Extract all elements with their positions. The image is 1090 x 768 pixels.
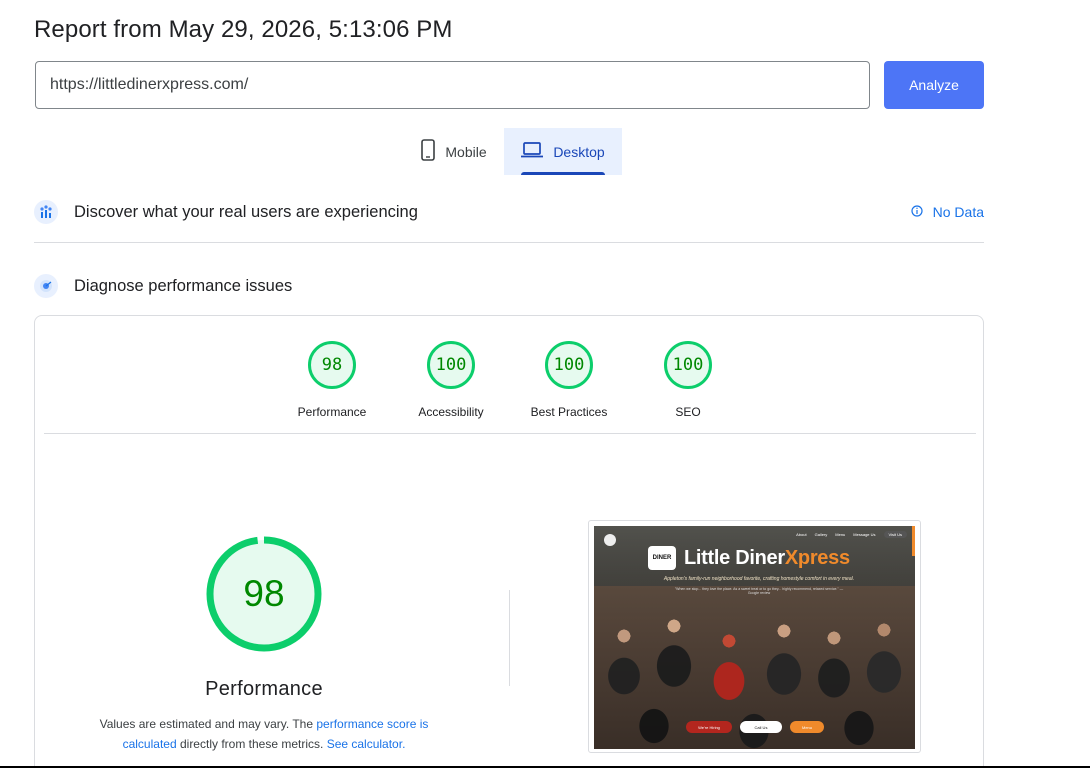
no-data-link[interactable]: No Data <box>911 197 984 227</box>
info-icon <box>911 204 923 220</box>
tab-selected-indicator <box>521 172 605 175</box>
screenshot-brand-main: Little Diner <box>684 547 785 569</box>
screenshot-cta-call: Call Us <box>740 721 782 733</box>
screenshot-menu-icon <box>604 534 616 546</box>
screenshot-nav-about: About <box>796 532 807 537</box>
screenshot-brand-accent: Xpress <box>784 547 850 569</box>
tab-desktop[interactable]: Desktop <box>504 128 622 175</box>
tab-mobile-label: Mobile <box>445 143 487 160</box>
label-accessibility: Accessibility <box>418 405 484 419</box>
label-best-practices: Best Practices <box>530 405 608 419</box>
score-accessibility: 100 <box>427 341 475 389</box>
gauge-seo[interactable]: 100 SEO <box>638 341 738 419</box>
note-middle: directly from these metrics. <box>176 737 327 751</box>
screenshot-nav-menu: Menu <box>835 532 846 537</box>
phone-icon <box>421 139 436 164</box>
lighthouse-card: 98 Performance 100 Accessibility 100 Bes… <box>34 315 984 768</box>
performance-score: 98 <box>243 573 285 614</box>
section-divider <box>34 242 984 243</box>
report-title: Report from May 29, 2026, 5:13:06 PM <box>34 16 453 43</box>
label-seo: SEO <box>675 405 701 419</box>
gauge-performance[interactable]: 98 Performance <box>282 341 382 419</box>
vertical-divider <box>509 590 510 686</box>
screenshot-nav-visit: Visit Us <box>883 531 907 538</box>
diagnose-section: Diagnose performance issues <box>34 271 984 301</box>
score-best-practices: 100 <box>545 341 593 389</box>
score-note: Values are estimated and may vary. The p… <box>84 714 444 754</box>
score-seo: 100 <box>664 341 712 389</box>
lighthouse-icon <box>34 274 58 298</box>
crux-users-icon <box>34 200 58 224</box>
no-data-label: No Data <box>932 204 984 220</box>
screenshot-logo: DINER <box>648 546 676 570</box>
screenshot-tagline: Appleton's family-run neighborhood favor… <box>663 576 855 582</box>
screenshot-nav-gallery: Gallery <box>814 532 828 537</box>
screenshot-cta-menu: Menu <box>790 721 824 733</box>
screenshot-nav: About Gallery Menu Message Us Visit Us <box>796 531 907 538</box>
final-screenshot-image: About Gallery Menu Message Us Visit Us D… <box>594 526 915 749</box>
gauge-best-practices[interactable]: 100 Best Practices <box>519 341 619 419</box>
analyze-button[interactable]: Analyze <box>884 61 984 109</box>
url-input[interactable] <box>35 61 870 109</box>
see-calculator-link[interactable]: See calculator. <box>327 737 406 751</box>
screenshot-brand: Little DinerXpress <box>684 547 850 570</box>
tab-desktop-label: Desktop <box>553 143 605 160</box>
laptop-icon <box>521 142 544 161</box>
score-performance: 98 <box>308 341 356 389</box>
tab-mobile[interactable]: Mobile <box>404 128 504 175</box>
card-divider <box>44 433 976 434</box>
diagnose-title: Diagnose performance issues <box>74 276 293 295</box>
screenshot-quote: "When we stop... they love the place. As… <box>674 587 844 595</box>
pagespeed-report: Report from May 29, 2026, 5:13:06 PM Ana… <box>0 0 1090 768</box>
performance-label: Performance <box>205 678 323 700</box>
screenshot-nav-message: Message Us <box>853 532 876 537</box>
real-users-title: Discover what your real users are experi… <box>74 202 418 221</box>
screenshot-accent-bar <box>912 526 915 556</box>
note-prefix: Values are estimated and may vary. The <box>99 717 317 731</box>
label-performance: Performance <box>297 405 367 419</box>
real-users-section: Discover what your real users are experi… <box>34 197 984 227</box>
final-screenshot: About Gallery Menu Message Us Visit Us D… <box>588 520 921 753</box>
gauge-accessibility[interactable]: 100 Accessibility <box>401 341 501 419</box>
screenshot-cta-hiring: We're Hiring <box>686 721 732 733</box>
